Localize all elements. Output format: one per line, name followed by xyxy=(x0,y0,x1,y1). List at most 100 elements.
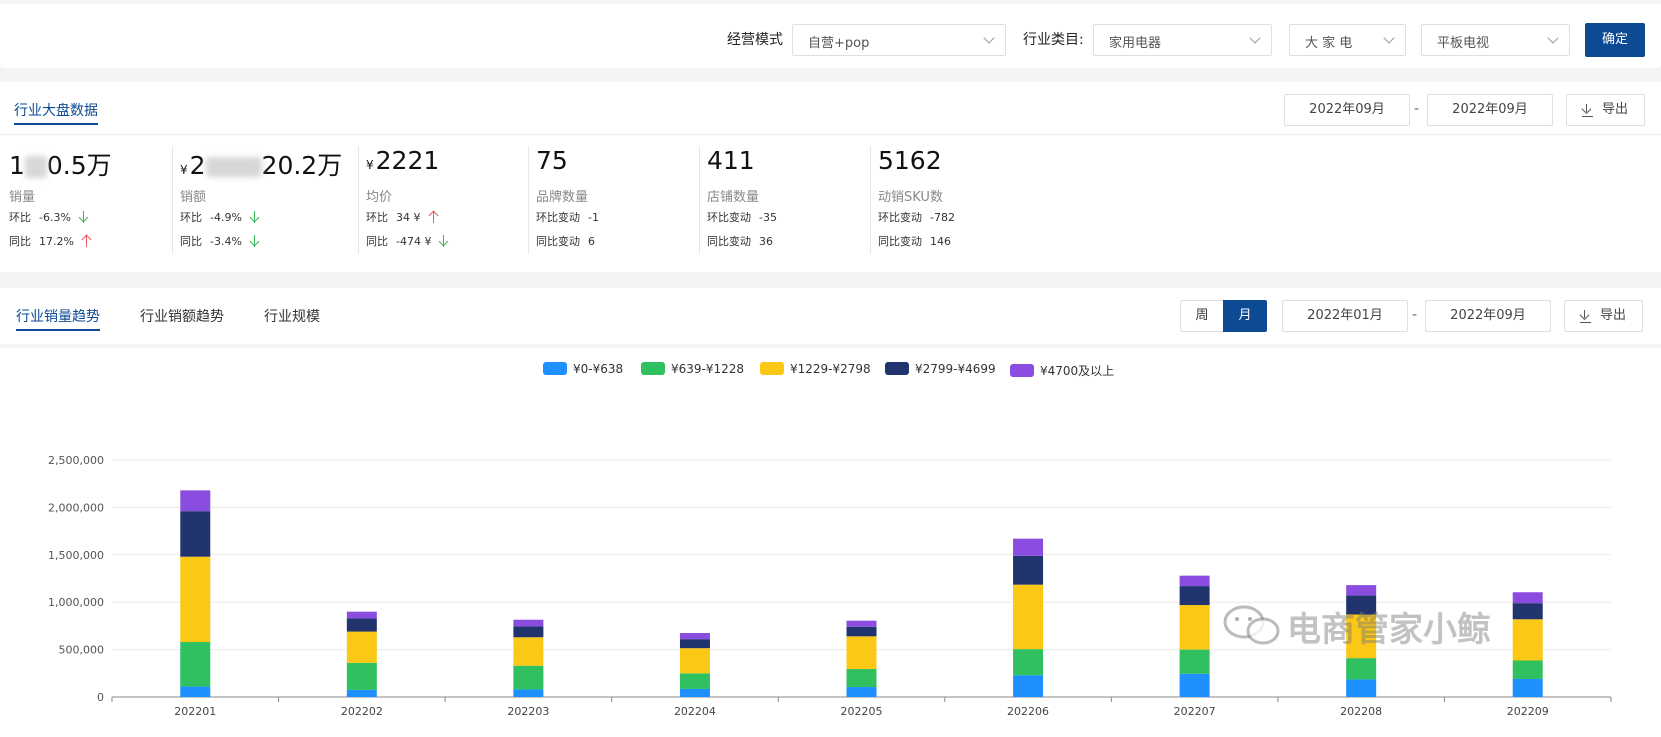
metric-value: 75 xyxy=(536,146,568,175)
bar-segment xyxy=(1346,658,1377,680)
trend-export-button[interactable]: 导出 xyxy=(1564,300,1643,332)
tab-industry-overview[interactable]: 行业大盘数据 xyxy=(14,100,98,125)
arrow-down-icon xyxy=(78,211,89,223)
metric-value: ¥2221 xyxy=(366,146,440,175)
metric-yoy: 同比 17.2% xyxy=(9,233,92,249)
metric-name: 销量 xyxy=(9,190,36,205)
y-tick-label: 2,500,000 xyxy=(48,454,104,467)
period-month-button[interactable]: 月 xyxy=(1223,300,1267,332)
metric-avg-price: ¥2221 均价 环比 34 ¥ 同比 -474 ¥ xyxy=(358,146,516,256)
bar-segment xyxy=(1512,619,1543,661)
bar-segment xyxy=(346,611,377,619)
metric-mom: 环比 34 ¥ xyxy=(366,209,439,225)
bar-segment xyxy=(1179,575,1210,587)
metric-mom: 环比 -4.9% xyxy=(180,209,260,225)
trend-date-from-picker[interactable]: 2022年01月 xyxy=(1282,300,1408,332)
date-to-picker[interactable]: 2022年09月 xyxy=(1427,94,1553,126)
mode-label: 经营模式 xyxy=(727,32,783,48)
x-tick-label: 202206 xyxy=(1007,705,1049,718)
metric-mom: 环比 -6.3% xyxy=(9,209,89,225)
export-label: 导出 xyxy=(1600,308,1627,323)
divider xyxy=(699,146,700,254)
bar-segment xyxy=(679,673,710,689)
bar-segment xyxy=(1512,660,1543,679)
chevron-down-icon xyxy=(1547,32,1559,44)
bar-segment xyxy=(679,633,710,640)
divider xyxy=(0,134,1661,135)
bar-segment xyxy=(846,669,877,688)
trend-date-to-picker[interactable]: 2022年09月 xyxy=(1425,300,1551,332)
x-tick-label: 202207 xyxy=(1174,705,1216,718)
bar-segment xyxy=(1179,586,1210,606)
bar-segment xyxy=(679,648,710,674)
metric-shop-count: 411 店铺数量 环比变动 -35 同比变动 36 xyxy=(699,146,857,256)
metric-sales-volume: 1 0.5万 销量 环比 -6.3% 同比 17.2% xyxy=(9,146,169,256)
bar-segment xyxy=(1013,649,1044,676)
y-tick-label: 1,500,000 xyxy=(48,549,104,562)
metric-mom: 环比变动 -782 xyxy=(878,211,955,224)
metric-value: 1 0.5万 xyxy=(9,151,112,180)
confirm-button[interactable]: 确定 xyxy=(1585,23,1645,57)
bar-segment xyxy=(346,631,377,663)
category-l2-select[interactable]: 大 家 电 xyxy=(1289,24,1406,56)
metric-mom: 环比变动 -35 xyxy=(707,211,777,224)
y-tick-label: 1,000,000 xyxy=(48,596,104,609)
metric-value: ¥2 20.2万 xyxy=(180,151,343,180)
category-label: 行业类目: xyxy=(1023,32,1084,48)
tab-sales-amount-trend[interactable]: 行业销额趋势 xyxy=(140,306,224,326)
category-l1-value: 家用电器 xyxy=(1109,36,1162,51)
x-tick-label: 202202 xyxy=(341,705,383,718)
bar-segment xyxy=(846,620,877,627)
arrow-down-icon xyxy=(439,235,449,247)
wechat-icon xyxy=(1223,605,1280,645)
tab-sales-volume-trend[interactable]: 行业销量趋势 xyxy=(16,306,100,331)
tab-industry-scale[interactable]: 行业规模 xyxy=(264,306,320,326)
category-l1-select[interactable]: 家用电器 xyxy=(1093,24,1272,56)
bar-segment xyxy=(1179,673,1210,697)
period-week-button[interactable]: 周 xyxy=(1180,300,1224,332)
date-separator: - xyxy=(1412,307,1418,323)
bar-segment xyxy=(1013,584,1044,650)
x-tick-label: 202205 xyxy=(841,705,883,718)
bar-segment xyxy=(513,665,544,690)
bar-segment xyxy=(1013,555,1044,585)
date-from-picker[interactable]: 2022年09月 xyxy=(1284,94,1410,126)
category-l2-value: 大 家 电 xyxy=(1305,36,1353,51)
mode-select-value: 自营+pop xyxy=(808,36,870,51)
divider xyxy=(870,146,871,254)
mode-select[interactable]: 自营+pop xyxy=(792,24,1006,56)
chart-canvas: 0 500,000 1,000,000 1,500,000 2,000,000 2,500… xyxy=(48,454,1612,718)
category-l3-select[interactable]: 平板电视 xyxy=(1421,24,1570,56)
export-button[interactable]: 导出 xyxy=(1566,94,1645,126)
bar-segment xyxy=(1179,649,1210,674)
metric-brand-count: 75 品牌数量 环比变动 -1 同比变动 6 xyxy=(528,146,686,256)
arrow-up-icon xyxy=(81,234,92,247)
chevron-down-icon xyxy=(983,32,995,44)
divider xyxy=(172,146,173,254)
chevron-down-icon xyxy=(1249,32,1261,44)
bar-segment xyxy=(846,687,877,697)
bar-segment xyxy=(346,662,377,690)
chevron-down-icon xyxy=(1383,32,1395,44)
bar-segment xyxy=(1512,678,1543,697)
metric-value: 411 xyxy=(707,146,755,175)
bar-segment xyxy=(513,637,544,666)
bar-segment xyxy=(846,626,877,637)
metric-yoy: 同比变动 146 xyxy=(878,235,951,248)
overview-panel: 行业大盘数据 2022年09月 - 2022年09月 导出 1 0.5万 销量 环… xyxy=(0,82,1661,272)
metric-name: 店铺数量 xyxy=(707,190,760,205)
metric-yoy: 同比 -3.4% xyxy=(180,233,260,249)
arrow-up-icon xyxy=(428,210,439,223)
bar-segment xyxy=(180,556,211,643)
metric-mom: 环比变动 -1 xyxy=(536,211,599,224)
bar-segment xyxy=(679,688,710,697)
metric-sku-count: 5162 动销SKU数 环比变动 -782 同比变动 146 xyxy=(870,146,1028,256)
y-tick-label: 0 xyxy=(97,691,104,704)
export-label: 导出 xyxy=(1602,102,1629,117)
metric-yoy: 同比变动 6 xyxy=(536,235,595,248)
bar-segment xyxy=(679,639,710,649)
bar-segment xyxy=(1512,603,1543,620)
bar-segment xyxy=(180,511,211,557)
metric-value: 5162 xyxy=(878,146,942,175)
x-tick-label: 202204 xyxy=(674,705,716,718)
